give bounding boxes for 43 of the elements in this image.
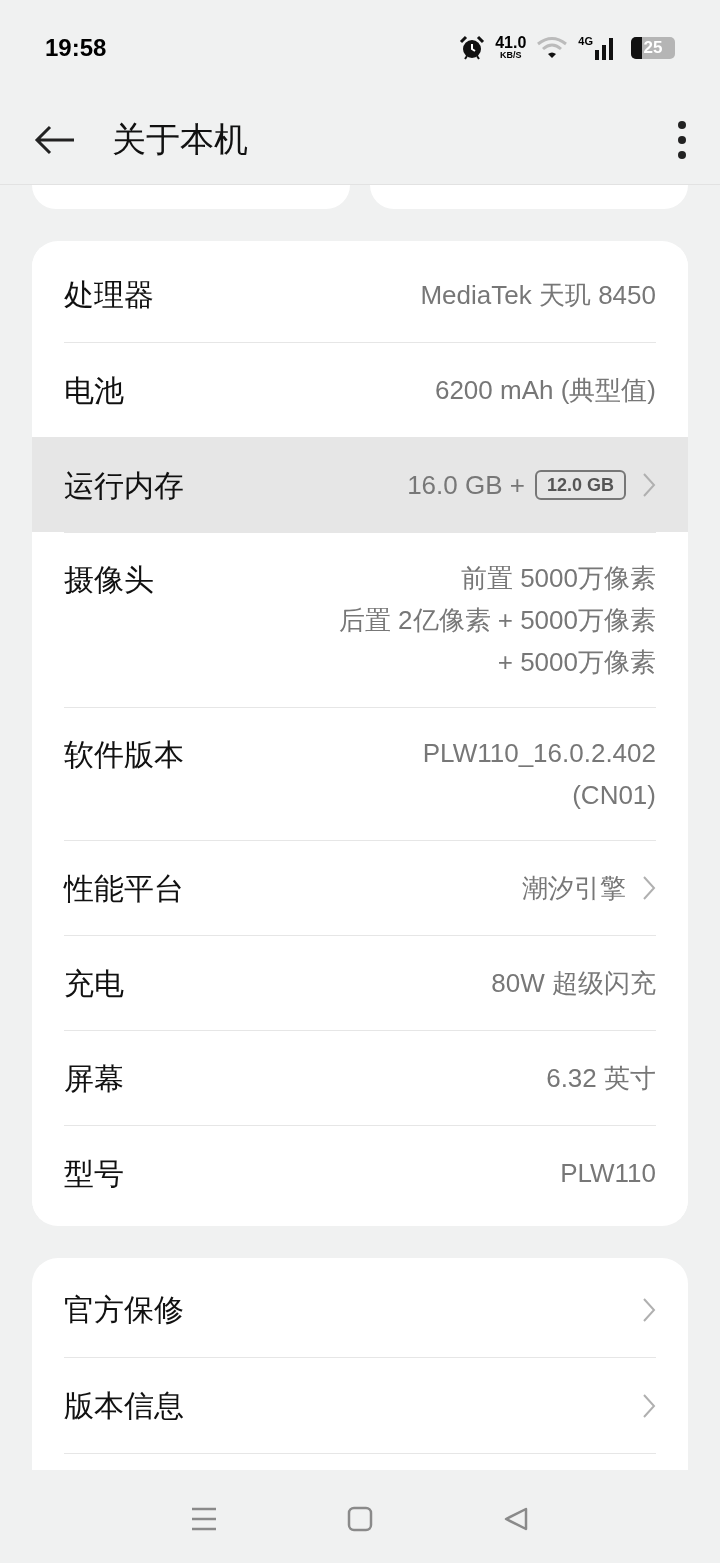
- page-title: 关于本机: [112, 119, 248, 160]
- spec-value: 80W 超级闪充: [491, 967, 656, 1000]
- menu-item[interactable]: 版本信息: [64, 1358, 656, 1454]
- status-time: 19:58: [45, 32, 107, 63]
- spec-value: + 5000万像素: [497, 646, 656, 679]
- menu-item-label: 官方保修: [64, 1292, 184, 1328]
- chevron-icon: [642, 1296, 656, 1323]
- back-triangle-icon[interactable]: [503, 1506, 529, 1532]
- spec-value: PLW110_16.0.2.402: [422, 737, 656, 770]
- spec-value: PLW110: [560, 1157, 656, 1190]
- spec-value: (CN01): [572, 779, 656, 812]
- spec-label: 性能平台: [64, 870, 184, 907]
- chevron-icon: [642, 1392, 656, 1419]
- spec-label: 型号: [64, 1155, 124, 1192]
- spec-label: 软件版本: [64, 737, 184, 773]
- signal-icon: [595, 35, 615, 60]
- menu-icon[interactable]: [191, 1507, 217, 1531]
- wifi-icon: [536, 35, 569, 60]
- spec-label: 运行内存: [64, 467, 184, 504]
- spec-value: 后置 2亿像素 + 5000万像素: [338, 604, 656, 637]
- memory-extension-tag: 12.0 GB: [534, 470, 626, 500]
- alarm-clock-icon: [459, 34, 486, 61]
- spec-value: 16.0 GB +: [407, 469, 525, 502]
- spec-row[interactable]: 运行内存 16.0 GB + 12.0 GB: [32, 437, 688, 532]
- spec-value: 6200 mAh (典型值): [434, 374, 656, 407]
- more-options-icon[interactable]: [678, 120, 686, 159]
- battery-indicator: 25: [631, 36, 675, 59]
- spec-label: 屏幕: [64, 1060, 124, 1097]
- network-speed: 41.0: [495, 35, 527, 51]
- network-type: 4G: [578, 35, 593, 47]
- spec-label: 电池: [64, 372, 124, 409]
- home-square-icon[interactable]: [347, 1506, 373, 1532]
- spec-label: 摄像头: [64, 562, 154, 598]
- spec-label: 充电: [64, 965, 124, 1002]
- spec-value: 6.32 英寸: [546, 1062, 656, 1095]
- spec-value: 潮汐引擎: [522, 872, 626, 905]
- spec-label: 处理器: [64, 277, 154, 313]
- spec-value: 前置 5000万像素: [460, 562, 656, 595]
- back-arrow-icon[interactable]: [34, 124, 76, 155]
- spec-value: MediaTek 天玑 8450: [420, 278, 656, 312]
- menu-item-label: 版本信息: [64, 1388, 184, 1424]
- speed-unit: KB/S: [500, 51, 522, 60]
- menu-item[interactable]: 官方保修: [64, 1262, 656, 1358]
